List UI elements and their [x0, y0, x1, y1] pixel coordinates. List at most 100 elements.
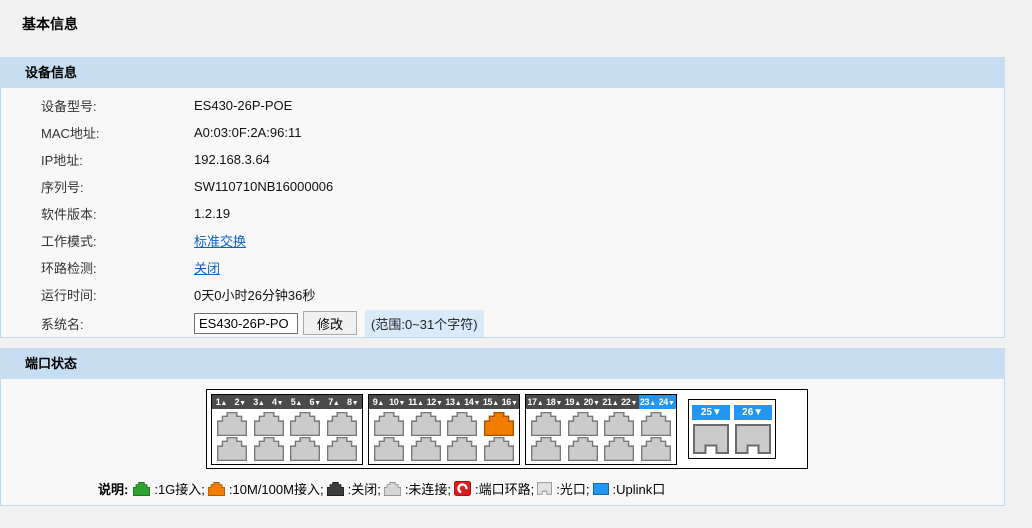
legend-item-5: :端口环路;: [454, 479, 534, 498]
port-1[interactable]: [217, 412, 247, 436]
port-label-14: 14▼: [463, 395, 482, 409]
port-status-panel: 1▲2▼3▲4▼5▲6▼7▲8▼9▲10▼11▲12▼13▲14▼15▲16▼1…: [0, 379, 1005, 506]
port-24[interactable]: [641, 437, 671, 461]
mac-label: MAC地址:: [41, 123, 194, 142]
port-status-section-header: 端口状态: [0, 348, 1005, 379]
info-row-ip: IP地址: 192.168.3.64: [1, 146, 1004, 173]
port-20[interactable]: [568, 437, 598, 461]
fiber-port-column-26: 26▼: [734, 405, 772, 454]
port-22[interactable]: [604, 437, 634, 461]
legend-item-4: :未连接;: [384, 479, 451, 498]
port-row-bottom: [217, 437, 357, 461]
port-label-5: 5▲: [287, 395, 306, 409]
port-9[interactable]: [374, 412, 404, 436]
fiber-port-column-25: 25▼: [692, 405, 730, 454]
work-mode-link[interactable]: 标准交换: [194, 231, 246, 250]
port-group-header: 1▲2▼3▲4▼5▲6▼7▲8▼: [212, 395, 362, 409]
port-label-4: 4▼: [268, 395, 287, 409]
port-label-3: 3▲: [250, 395, 269, 409]
triangle-down-icon: ▼: [511, 400, 518, 407]
triangle-up-icon: ▲: [220, 400, 227, 407]
port-row-top: [374, 412, 514, 436]
port-14[interactable]: [447, 437, 477, 461]
legend-item-6: :光口;: [537, 479, 589, 498]
legend-item-label: :未连接;: [405, 479, 451, 498]
port-label-20: 20▼: [582, 395, 601, 409]
port-25[interactable]: [693, 424, 729, 454]
mac-value: A0:03:0F:2A:96:11: [194, 125, 301, 140]
port-16[interactable]: [484, 437, 514, 461]
port-row-bottom: [374, 437, 514, 461]
port-group-header: 9▲10▼11▲12▼13▲14▼15▲16▼: [369, 395, 519, 409]
port-3[interactable]: [254, 412, 284, 436]
triangle-down-icon: ▼: [436, 400, 443, 407]
port-15[interactable]: [484, 412, 514, 436]
port-group-header: 17▲18▼19▲20▼21▲22▼23▲24▼: [526, 395, 676, 409]
triangle-up-icon: ▲: [417, 400, 424, 407]
ip-value: 192.168.3.64: [194, 152, 270, 167]
port-label-10: 10▼: [388, 395, 407, 409]
port-21[interactable]: [604, 412, 634, 436]
triangle-up-icon: ▲: [537, 400, 544, 407]
port-label-23: 23▲: [639, 395, 658, 409]
triangle-down-icon: ▼: [352, 400, 359, 407]
legend-item-1: :1G接入;: [133, 479, 205, 498]
modify-button[interactable]: 修改: [303, 311, 357, 335]
triangle-up-icon: ▲: [455, 400, 462, 407]
info-row-firmware: 软件版本: 1.2.19: [1, 200, 1004, 227]
port-19[interactable]: [568, 412, 598, 436]
triangle-up-icon: ▲: [574, 400, 581, 407]
device-info-panel: 设备型号: ES430-26P-POE MAC地址: A0:03:0F:2A:9…: [0, 88, 1005, 338]
port-10[interactable]: [374, 437, 404, 461]
port-11[interactable]: [411, 412, 441, 436]
legend-item-label: :端口环路;: [475, 479, 534, 498]
port-4[interactable]: [254, 437, 284, 461]
port-13[interactable]: [447, 412, 477, 436]
port-diagram: 1▲2▼3▲4▼5▲6▼7▲8▼9▲10▼11▲12▼13▲14▼15▲16▼1…: [206, 389, 808, 469]
info-row-system-name: 系统名: 修改 (范围:0~31个字符): [1, 308, 1004, 338]
port-group-grid: [212, 409, 362, 464]
triangle-down-icon: ▼: [668, 400, 675, 407]
port-6[interactable]: [290, 437, 320, 461]
port-group-fiber: 25▼ 26▼: [688, 399, 776, 459]
port-label-18: 18▼: [545, 395, 564, 409]
system-name-input[interactable]: [194, 313, 298, 334]
device-info-section-header: 设备信息: [0, 57, 1005, 88]
device-info-section-title: 设备信息: [25, 65, 77, 80]
system-name-label: 系统名:: [41, 314, 194, 333]
port-label-9: 9▲: [369, 395, 388, 409]
port-label-13: 13▲: [444, 395, 463, 409]
triangle-up-icon: ▲: [492, 400, 499, 407]
port-23[interactable]: [641, 412, 671, 436]
port-8[interactable]: [327, 437, 357, 461]
port-5[interactable]: [290, 412, 320, 436]
triangle-down-icon: ▼: [314, 400, 321, 407]
triangle-down-icon: ▼: [631, 400, 638, 407]
port-label-11: 11▲: [407, 395, 426, 409]
model-label: 设备型号:: [41, 96, 194, 115]
firmware-label: 软件版本:: [41, 204, 194, 223]
port-label-21: 21▲: [601, 395, 620, 409]
triangle-down-icon: ▼: [474, 400, 481, 407]
info-row-loop-detect: 环路检测: 关闭: [1, 254, 1004, 281]
triangle-up-icon: ▲: [333, 400, 340, 407]
port-7[interactable]: [327, 412, 357, 436]
legend-fiber-port-icon: [537, 482, 552, 495]
port-17[interactable]: [531, 412, 561, 436]
uptime-label: 运行时间:: [41, 285, 194, 304]
system-name-hint: (范围:0~31个字符): [365, 310, 484, 337]
legend-loop-icon: [454, 481, 471, 496]
model-value: ES430-26P-POE: [194, 98, 292, 113]
info-row-mac: MAC地址: A0:03:0F:2A:96:11: [1, 119, 1004, 146]
triangle-down-icon: ▼: [556, 400, 563, 407]
port-18[interactable]: [531, 437, 561, 461]
port-26[interactable]: [735, 424, 771, 454]
serial-value: SW110710NB16000006: [194, 179, 333, 194]
legend-port-icon: [208, 482, 225, 496]
loop-detect-link[interactable]: 关闭: [194, 258, 220, 277]
port-12[interactable]: [411, 437, 441, 461]
port-2[interactable]: [217, 437, 247, 461]
section-spacer: [0, 338, 1032, 348]
info-row-serial: 序列号: SW110710NB16000006: [1, 173, 1004, 200]
port-label-25: 25▼: [692, 405, 730, 420]
